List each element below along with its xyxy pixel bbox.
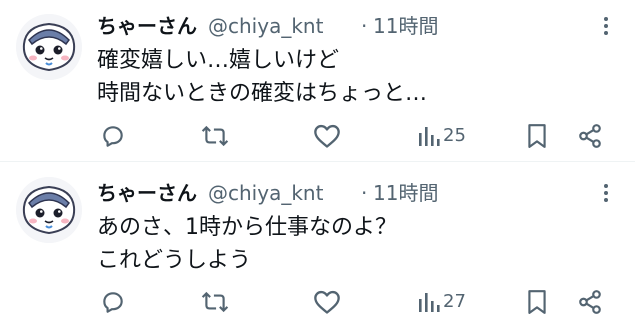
timestamp[interactable]: 11時間 (373, 13, 438, 39)
bookmark-icon (528, 124, 546, 148)
timestamp[interactable]: 11時間 (373, 180, 438, 206)
tweet-text: あのさ、1時から仕事なのよ？ これどうしよう (97, 211, 397, 277)
action-bar: 25 (0, 120, 635, 154)
more-vertical-icon (604, 184, 608, 202)
bookmark-icon (528, 290, 546, 314)
bookmark-button[interactable] (526, 120, 548, 152)
tweet[interactable]: ちゃーさん @chiya_knt · 11時間 確変嬉しい…嬉しいけど 時間ない… (0, 0, 635, 162)
reply-button[interactable] (100, 286, 126, 318)
timeline: ちゃーさん @chiya_knt · 11時間 確変嬉しい…嬉しいけど 時間ない… (0, 0, 635, 325)
views-count: 27 (443, 291, 466, 312)
separator-dot: · (361, 181, 368, 205)
tweet-text-line: これどうしよう (97, 248, 252, 273)
character-avatar-icon (16, 14, 82, 80)
views-icon (419, 127, 440, 146)
display-name[interactable]: ちゃーさん (97, 13, 197, 39)
retweet-icon (201, 291, 229, 313)
tweet[interactable]: ちゃーさん @chiya_knt · 11時間 あのさ、1時から仕事なのよ？ こ… (0, 163, 635, 325)
retweet-button[interactable] (201, 120, 229, 152)
tweet-text-line: あのさ、1時から仕事なのよ？ (97, 215, 397, 240)
views-count: 25 (443, 125, 466, 146)
like-button[interactable] (313, 120, 341, 152)
separator-dot: · (361, 14, 368, 38)
character-avatar-icon (16, 177, 82, 243)
tweet-text: 確変嬉しい…嬉しいけど 時間ないときの確変はちょっと… (97, 44, 427, 110)
retweet-icon (201, 125, 229, 147)
share-button[interactable] (577, 120, 603, 152)
avatar[interactable] (16, 177, 82, 243)
action-bar: 27 (0, 286, 635, 320)
more-vertical-icon (604, 17, 608, 35)
reply-button[interactable] (100, 120, 126, 152)
user-handle[interactable]: @chiya_knt (208, 13, 323, 39)
share-button[interactable] (577, 286, 603, 318)
avatar[interactable] (16, 14, 82, 80)
views-icon (419, 293, 440, 312)
share-icon (579, 124, 601, 148)
tweet-text-line: 時間ないときの確変はちょっと… (97, 81, 428, 106)
display-name[interactable]: ちゃーさん (97, 180, 197, 206)
more-options-button[interactable] (596, 182, 616, 204)
like-button[interactable] (313, 286, 341, 318)
reply-icon (103, 126, 123, 147)
reply-icon (103, 292, 123, 313)
views-button[interactable]: 27 (418, 286, 466, 318)
tweet-text-line: 確変嬉しい…嬉しいけど (97, 48, 340, 73)
heart-icon (314, 290, 340, 314)
heart-icon (314, 124, 340, 148)
more-options-button[interactable] (596, 15, 616, 37)
views-button[interactable]: 25 (418, 120, 466, 152)
user-handle[interactable]: @chiya_knt (208, 180, 323, 206)
share-icon (579, 290, 601, 314)
retweet-button[interactable] (201, 286, 229, 318)
bookmark-button[interactable] (526, 286, 548, 318)
